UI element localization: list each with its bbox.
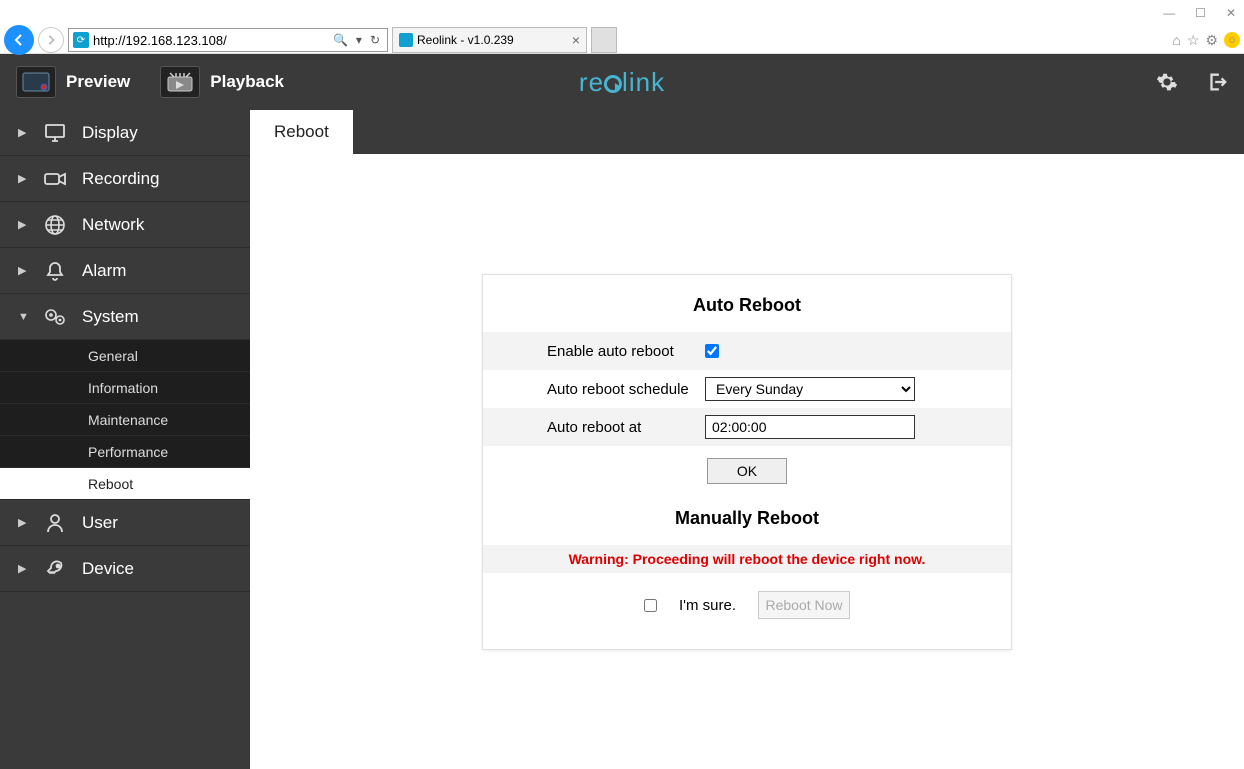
main-content: Reboot Auto Reboot Enable auto reboot Au… (250, 110, 1244, 769)
system-icon (44, 308, 66, 326)
playback-label: Playback (210, 72, 284, 92)
search-icon[interactable]: 🔍 (330, 33, 351, 47)
app-topbar: Preview Playback relink (0, 54, 1244, 110)
chevron-right-icon: ▶ (18, 516, 28, 529)
sidebar-item-system[interactable]: ▼ System (0, 294, 250, 340)
tab-favicon (399, 33, 413, 47)
home-icon[interactable]: ⌂ (1172, 32, 1180, 48)
settings-icon[interactable] (1156, 71, 1178, 93)
recording-icon (44, 171, 66, 187)
sidebar-label: Recording (82, 169, 160, 189)
url-bar[interactable]: ⟳ 🔍 ▾ ↻ (68, 28, 388, 52)
sidebar-item-device[interactable]: ▶ Device (0, 546, 250, 592)
sure-label: I'm sure. (679, 597, 736, 614)
sidebar-sub-general[interactable]: General (0, 340, 250, 372)
network-icon (44, 215, 66, 235)
sidebar-item-alarm[interactable]: ▶ Alarm (0, 248, 250, 294)
chevron-right-icon: ▶ (18, 264, 28, 277)
sidebar: ▶ Display ▶ Recording ▶ Network ▶ Alarm … (0, 110, 250, 769)
preview-label: Preview (66, 72, 130, 92)
alarm-icon (44, 261, 66, 281)
preview-button[interactable]: Preview (16, 66, 130, 98)
sidebar-label: Network (82, 215, 144, 235)
sidebar-item-recording[interactable]: ▶ Recording (0, 156, 250, 202)
arrow-right-icon (45, 34, 57, 46)
feedback-icon[interactable]: ☺ (1224, 32, 1240, 48)
sidebar-sub-performance[interactable]: Performance (0, 436, 250, 468)
browser-chrome: — ☐ ✕ ⟳ 🔍 ▾ ↻ Reolink - v1.0.239 × ⌂ ☆ (0, 0, 1244, 54)
display-icon (44, 124, 66, 142)
favorites-icon[interactable]: ☆ (1187, 32, 1200, 49)
chevron-down-icon: ▼ (18, 311, 28, 323)
schedule-select[interactable]: Every Sunday (705, 377, 915, 401)
sidebar-label: Display (82, 123, 138, 143)
chevron-right-icon: ▶ (18, 126, 28, 139)
reboot-panel: Auto Reboot Enable auto reboot Auto rebo… (482, 274, 1012, 650)
sidebar-label: User (82, 513, 118, 533)
sidebar-sub-maintenance[interactable]: Maintenance (0, 404, 250, 436)
chevron-right-icon: ▶ (18, 218, 28, 231)
window-maximize[interactable]: ☐ (1195, 6, 1206, 20)
ok-button[interactable]: OK (707, 458, 787, 484)
sidebar-label: Alarm (82, 261, 126, 281)
chevron-right-icon: ▶ (18, 562, 28, 575)
row-enable: Enable auto reboot (483, 332, 1011, 370)
auto-reboot-heading: Auto Reboot (483, 295, 1011, 316)
row-schedule: Auto reboot schedule Every Sunday (483, 370, 1011, 408)
sidebar-item-display[interactable]: ▶ Display (0, 110, 250, 156)
refresh-icon[interactable]: ↻ (367, 33, 383, 47)
new-tab-button[interactable] (591, 27, 617, 53)
user-icon (44, 513, 66, 533)
time-input[interactable] (705, 415, 915, 439)
playback-icon (160, 66, 200, 98)
enable-label: Enable auto reboot (495, 343, 705, 360)
sidebar-item-network[interactable]: ▶ Network (0, 202, 250, 248)
logout-icon[interactable] (1206, 71, 1228, 93)
sidebar-item-user[interactable]: ▶ User (0, 500, 250, 546)
window-close[interactable]: ✕ (1226, 6, 1236, 20)
url-favicon: ⟳ (73, 32, 89, 48)
url-input[interactable] (93, 33, 330, 48)
arrow-left-icon (12, 33, 26, 47)
sidebar-label: System (82, 307, 139, 327)
nav-forward-button[interactable] (38, 27, 64, 53)
device-icon (44, 559, 66, 579)
time-label: Auto reboot at (495, 419, 705, 436)
warning-text: Warning: Proceeding will reboot the devi… (483, 545, 1011, 573)
manual-reboot-heading: Manually Reboot (483, 508, 1011, 529)
tab-reboot[interactable]: Reboot (250, 110, 353, 154)
page-tabs: Reboot (250, 110, 1244, 154)
tools-icon[interactable]: ⚙ (1205, 32, 1218, 49)
chevron-right-icon: ▶ (18, 172, 28, 185)
nav-back-button[interactable] (4, 25, 34, 55)
tab-title: Reolink - v1.0.239 (417, 33, 514, 47)
brand-logo: relink (579, 67, 665, 98)
sidebar-label: Device (82, 559, 134, 579)
preview-icon (16, 66, 56, 98)
window-minimize[interactable]: — (1163, 6, 1175, 20)
row-time: Auto reboot at (483, 408, 1011, 446)
reboot-now-button[interactable]: Reboot Now (758, 591, 850, 619)
enable-checkbox[interactable] (705, 344, 719, 358)
sidebar-sub-information[interactable]: Information (0, 372, 250, 404)
schedule-label: Auto reboot schedule (495, 381, 705, 398)
sidebar-sub-reboot[interactable]: Reboot (0, 468, 250, 500)
dropdown-icon[interactable]: ▾ (353, 33, 365, 47)
tab-close-icon[interactable]: × (572, 32, 580, 48)
sure-checkbox[interactable] (644, 599, 657, 612)
browser-tab[interactable]: Reolink - v1.0.239 × (392, 27, 587, 53)
playback-button[interactable]: Playback (160, 66, 284, 98)
